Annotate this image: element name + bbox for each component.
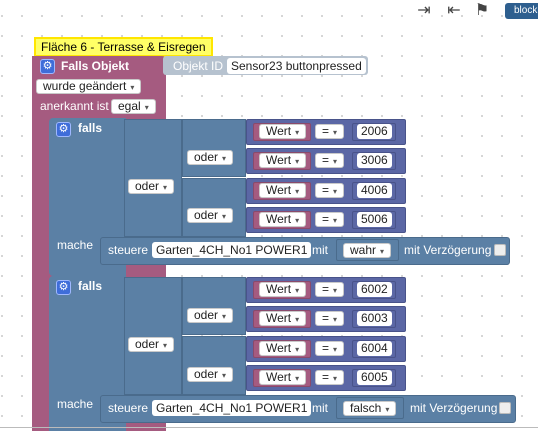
target-field[interactable]: Garten_4CH_No1 POWER1 [152, 400, 312, 416]
mache-label: mache [57, 397, 94, 411]
variable-dropdown[interactable]: Wert ▾ [259, 153, 307, 168]
gear-icon[interactable]: ⚙ [56, 280, 71, 295]
value-dropdown[interactable]: falsch ▾ [343, 401, 397, 416]
object-id-field[interactable]: Sensor23 buttonpressed [227, 58, 366, 74]
export-icon[interactable]: ⇥ [414, 0, 434, 22]
delay-checkbox[interactable] [499, 402, 511, 414]
operator-dropdown[interactable]: = ▾ [315, 341, 345, 356]
changed-dropdown[interactable]: wurde geändert ▾ [36, 79, 142, 94]
gear-icon[interactable]: ⚙ [56, 122, 71, 137]
block-comment[interactable]: Fläche 6 - Terrasse & Eisregen [34, 37, 213, 57]
control-label: steuere [108, 401, 149, 415]
comment-text: Fläche 6 - Terrasse & Eisregen [41, 40, 206, 54]
operator-dropdown[interactable]: = ▾ [315, 282, 345, 297]
blockly-button[interactable]: blockly [505, 3, 538, 19]
if-label: falls [78, 121, 103, 135]
number-field[interactable]: 2006 [357, 124, 392, 139]
operator-dropdown[interactable]: = ▾ [315, 311, 345, 326]
mache-label: mache [57, 238, 94, 252]
variable-dropdown[interactable]: Wert ▾ [259, 341, 307, 356]
if-label: falls [78, 279, 103, 293]
operator-dropdown[interactable]: = ▾ [315, 183, 345, 198]
variable-dropdown[interactable]: Wert ▾ [259, 370, 307, 385]
number-field[interactable]: 5006 [357, 212, 392, 227]
or-block-outer[interactable] [124, 277, 182, 395]
control-label: steuere [108, 243, 149, 257]
variable-dropdown[interactable]: Wert ▾ [259, 124, 307, 139]
or-dropdown[interactable]: oder ▾ [128, 337, 175, 352]
delay-label: mit Verzögerung [404, 243, 492, 257]
operator-dropdown[interactable]: = ▾ [315, 153, 345, 168]
value-dropdown[interactable]: wahr ▾ [343, 243, 392, 258]
with-label: mit [312, 243, 328, 257]
variable-dropdown[interactable]: Wert ▾ [259, 282, 307, 297]
delay-label: mit Verzögerung [410, 401, 498, 415]
or-dropdown[interactable]: oder ▾ [187, 308, 234, 323]
blockly-label: blockly [514, 5, 538, 16]
number-field[interactable]: 6004 [357, 341, 392, 356]
number-field[interactable]: 4006 [357, 183, 392, 198]
number-field[interactable]: 3006 [357, 153, 392, 168]
or-block-outer[interactable] [124, 119, 182, 237]
checkered-flag-icon[interactable]: ⚑ [472, 0, 492, 22]
object-id-label: Objekt ID [173, 59, 224, 73]
operator-dropdown[interactable]: = ▾ [315, 370, 345, 385]
bottom-divider [0, 427, 538, 428]
or-block-inner-1[interactable] [182, 119, 246, 177]
variable-dropdown[interactable]: Wert ▾ [259, 183, 307, 198]
or-block-inner-2[interactable] [182, 336, 246, 395]
import-icon[interactable]: ⇤ [444, 0, 464, 22]
operator-dropdown[interactable]: = ▾ [315, 124, 345, 139]
number-field[interactable]: 6003 [357, 311, 392, 326]
operator-dropdown[interactable]: = ▾ [315, 212, 345, 227]
variable-dropdown[interactable]: Wert ▾ [259, 212, 307, 227]
target-field[interactable]: Garten_4CH_No1 POWER1 [152, 242, 312, 258]
or-dropdown[interactable]: oder ▾ [128, 179, 175, 194]
ack-label: anerkannt ist [40, 99, 109, 113]
or-dropdown[interactable]: oder ▾ [187, 150, 234, 165]
or-dropdown[interactable]: oder ▾ [187, 208, 234, 223]
variable-dropdown[interactable]: Wert ▾ [259, 311, 307, 326]
trigger-title: Falls Objekt [61, 59, 130, 73]
ack-dropdown[interactable]: egal ▾ [111, 99, 156, 114]
with-label: mit [312, 401, 328, 415]
number-field[interactable]: 6002 [357, 282, 392, 297]
or-block-inner-1[interactable] [182, 277, 246, 335]
delay-checkbox[interactable] [494, 244, 506, 256]
or-dropdown[interactable]: oder ▾ [187, 367, 234, 382]
number-field[interactable]: 6005 [357, 370, 392, 385]
gear-icon[interactable]: ⚙ [40, 59, 55, 74]
